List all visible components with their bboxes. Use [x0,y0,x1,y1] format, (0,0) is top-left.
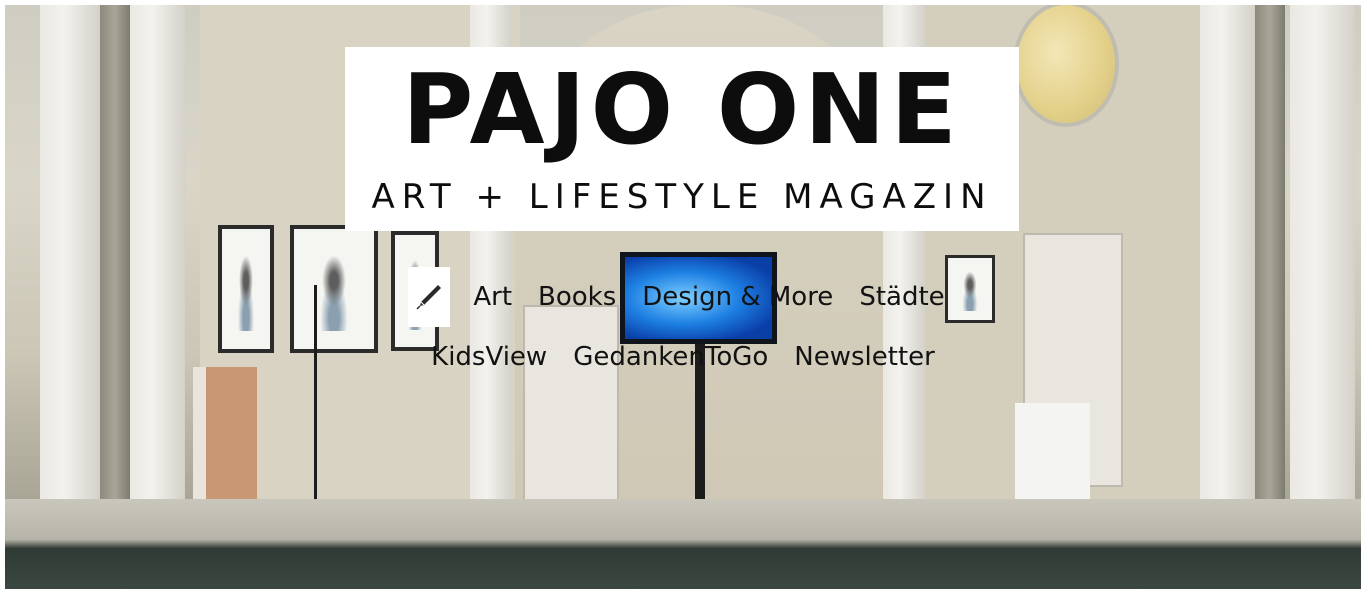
site-logo[interactable]: PAJO ONE ART + LIFESTYLE MAGAZIN [345,47,1019,231]
hero-banner: PAJO ONE ART + LIFESTYLE MAGAZIN Art Boo… [5,5,1361,589]
nav-item-art[interactable]: Art [473,282,512,312]
nav-item-design-more[interactable]: Design & More [642,282,833,312]
nav-item-kidsview[interactable]: KidsView [431,342,547,372]
nav-item-staedte[interactable]: Städte [859,282,944,312]
nav-item-gedankentogo[interactable]: GedankenToGo [573,342,768,372]
background-floor [5,499,1361,589]
nav-row-secondary: KidsView GedankenToGo Newsletter [5,327,1361,387]
background-moon-art [1017,5,1115,123]
main-navigation: Art Books Design & More Städte KidsView … [5,267,1361,387]
background-pedestal [193,367,257,517]
nav-row-primary: Art Books Design & More Städte [5,267,1361,327]
background-pedestal [1015,403,1090,511]
logo-title: PAJO ONE [402,53,962,166]
nav-item-books[interactable]: Books [538,282,616,312]
pen-icon[interactable] [408,267,451,327]
logo-subtitle: ART + LIFESTYLE MAGAZIN [371,177,993,217]
nav-item-newsletter[interactable]: Newsletter [794,342,935,372]
